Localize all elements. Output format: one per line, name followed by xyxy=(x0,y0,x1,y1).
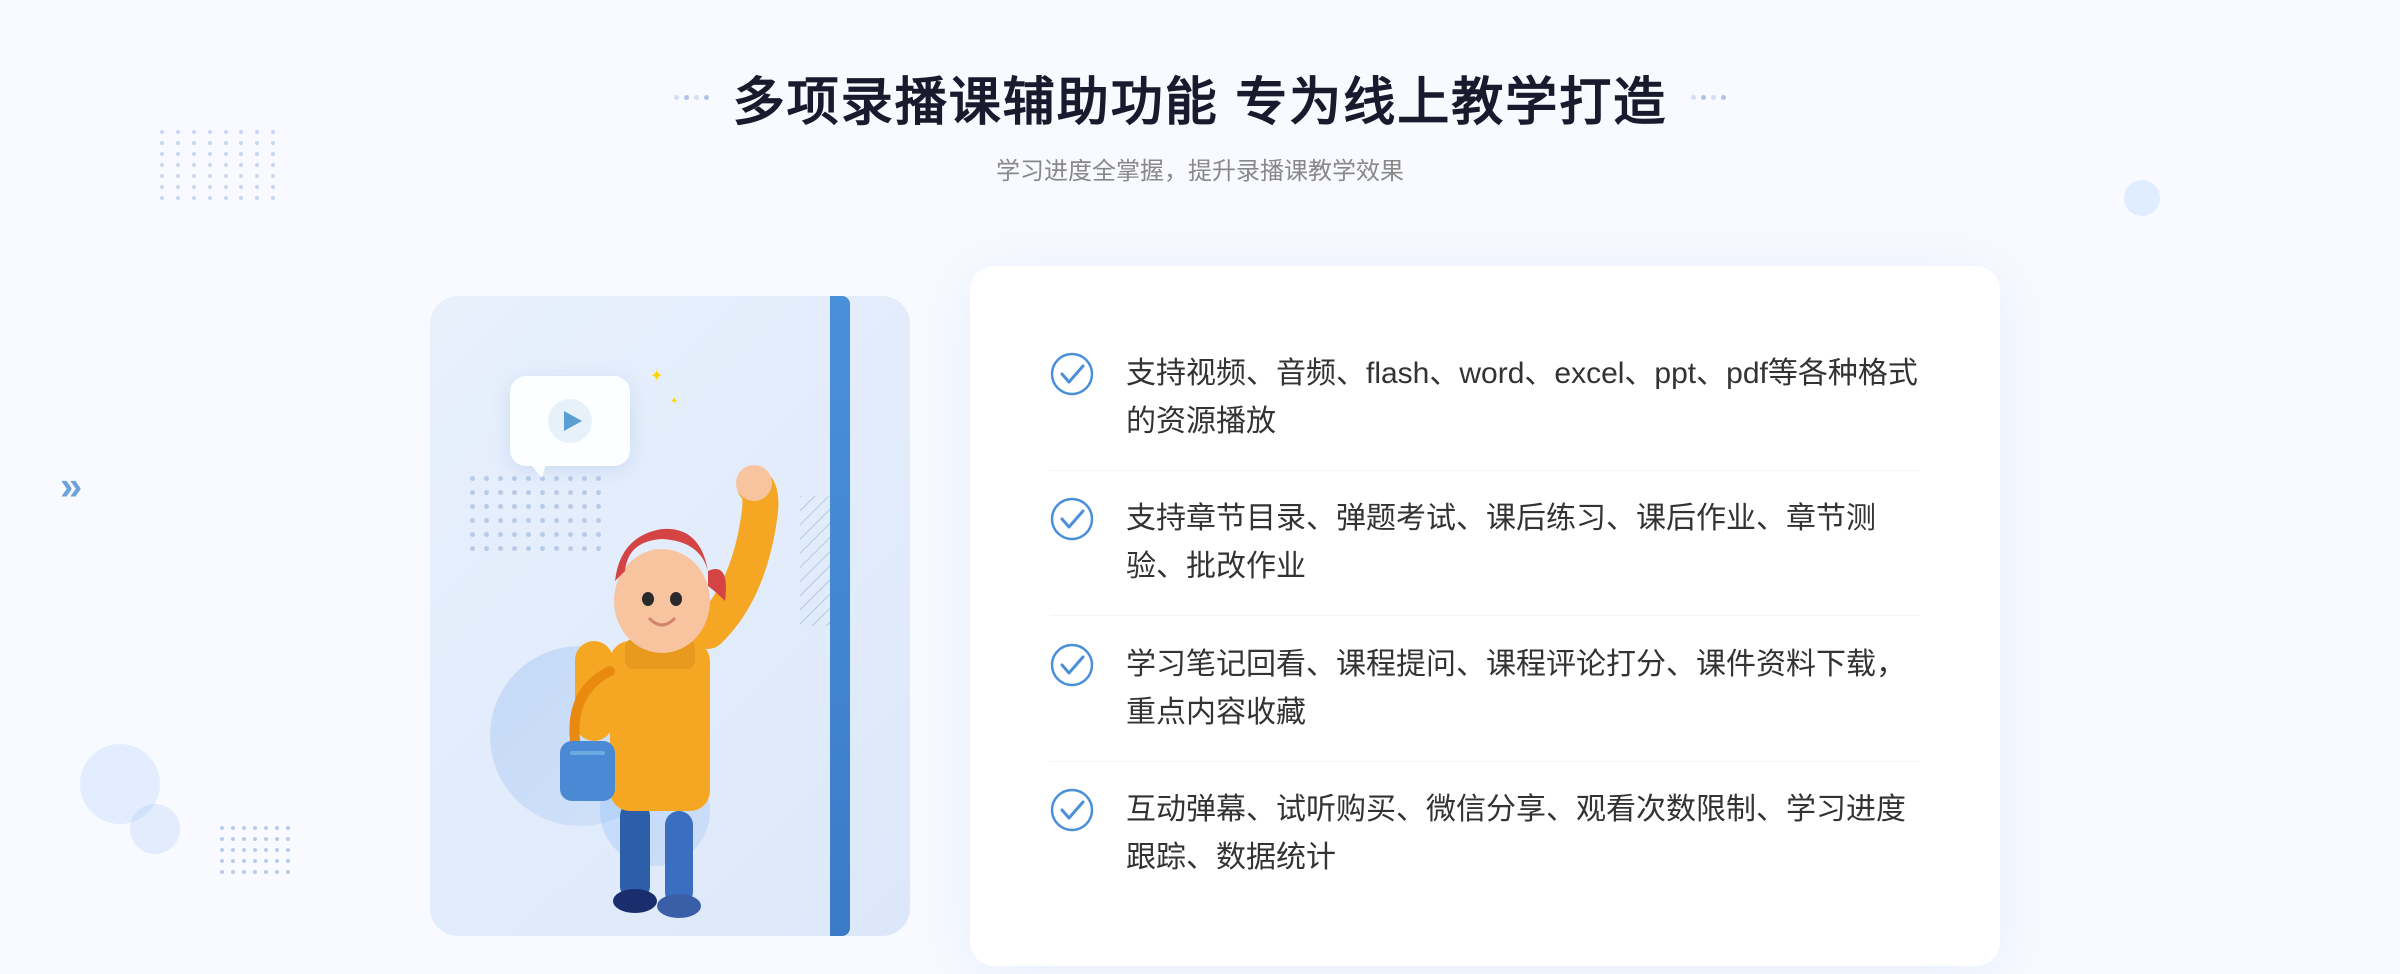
dot-pattern-bottomleft: document.write(Array(35).fill('<span sty… xyxy=(220,826,290,874)
features-panel: 支持视频、音频、flash、word、excel、ppt、pdf等各种格式的资源… xyxy=(970,266,2000,966)
subtitle: 学习进度全掌握，提升录播课教学效果 xyxy=(674,151,1726,186)
check-circle-icon-1 xyxy=(1050,352,1094,396)
feature-text-1: 支持视频、音频、flash、word、excel、ppt、pdf等各种格式的资源… xyxy=(1126,350,1920,446)
bottom-circle-deco xyxy=(80,744,180,854)
check-circle-icon-2 xyxy=(1050,497,1094,541)
illustration-area: ✦ ✦ xyxy=(400,266,980,966)
content-area: ✦ ✦ xyxy=(400,246,2000,966)
feature-item-1: 支持视频、音频、flash、word、excel、ppt、pdf等各种格式的资源… xyxy=(1050,326,1920,471)
decorator-dots-right xyxy=(1691,95,1726,100)
page-container: » document.write(Array(56).fill('<span><… xyxy=(0,0,2400,974)
dot-pattern-topleft: document.write(Array(56).fill('<span></s… xyxy=(160,130,280,250)
main-title: 多项录播课辅助功能 专为线上教学打造 xyxy=(733,60,1667,135)
feature-item-4: 互动弹幕、试听购买、微信分享、观看次数限制、学习进度跟踪、数据统计 xyxy=(1050,762,1920,906)
character-illustration xyxy=(490,371,830,936)
feature-text-4: 互动弹幕、试听购买、微信分享、观看次数限制、学习进度跟踪、数据统计 xyxy=(1126,786,1920,882)
check-circle-icon-4 xyxy=(1050,788,1094,832)
header-section: 多项录播课辅助功能 专为线上教学打造 学习进度全掌握，提升录播课教学效果 xyxy=(674,60,1726,186)
feature-item-2: 支持章节目录、弹题考试、课后练习、课后作业、章节测验、批改作业 xyxy=(1050,471,1920,616)
feature-text-3: 学习笔记回看、课程提问、课程评论打分、课件资料下载，重点内容收藏 xyxy=(1126,641,1920,737)
left-arrow-decoration: » xyxy=(60,465,82,510)
top-right-deco xyxy=(2124,180,2160,216)
header-decorators: 多项录播课辅助功能 专为线上教学打造 xyxy=(674,60,1726,135)
blue-vertical-bar xyxy=(830,296,850,936)
decorator-dots-left xyxy=(674,95,709,100)
feature-item-3: 学习笔记回看、课程提问、课程评论打分、课件资料下载，重点内容收藏 xyxy=(1050,617,1920,762)
check-circle-icon-3 xyxy=(1050,643,1094,687)
feature-text-2: 支持章节目录、弹题考试、课后练习、课后作业、章节测验、批改作业 xyxy=(1126,495,1920,591)
